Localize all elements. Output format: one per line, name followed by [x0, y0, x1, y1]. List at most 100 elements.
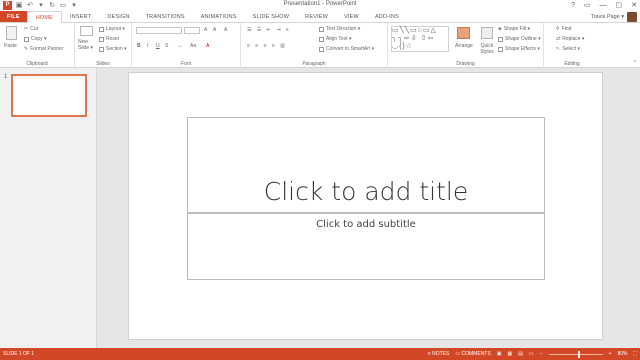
minimize-icon[interactable]: —	[600, 0, 607, 11]
arrange-button[interactable]: Arrange	[455, 43, 473, 49]
text-direction-button[interactable]: Text Direction ▾	[319, 26, 360, 32]
slide-thumbnail[interactable]	[11, 74, 87, 117]
new-slide-icon[interactable]	[80, 26, 93, 36]
editing-group-label: Editing	[564, 61, 580, 67]
zoom-slider[interactable]	[548, 350, 603, 358]
format-painter-button[interactable]: ✎ Format Painter	[24, 46, 63, 52]
undo-icon[interactable]: ↶	[26, 2, 34, 10]
tab-add-ins[interactable]: ADD-INS	[367, 11, 407, 22]
zoom-slider-thumb[interactable]	[578, 350, 581, 358]
alignment-buttons-icon[interactable]: ≡ ≡ ≡ ≡ ▥	[247, 43, 287, 49]
shapes-gallery[interactable]: ▭╲╲▭○▭△ ┐┐⇨⇩ ⇧⇦ ◡{}☆	[391, 26, 449, 52]
tab-home[interactable]: HOME	[26, 11, 63, 23]
list-buttons-icon[interactable]: ☰ ☰ ⇤ ⇥ ≡	[247, 27, 291, 33]
paste-icon[interactable]	[6, 26, 17, 40]
tab-slide-show[interactable]: SLIDE SHOW	[245, 11, 298, 22]
comments-button[interactable]: ▭ COMMENTS	[455, 351, 490, 357]
undo-dropdown-icon[interactable]: ▾	[37, 2, 45, 10]
shape-effects-button[interactable]: Shape Effects ▾	[498, 46, 540, 52]
cut-button[interactable]: ✂ Cut	[24, 26, 38, 32]
italic-button[interactable]: I	[147, 43, 148, 49]
zoom-out-icon[interactable]: −	[540, 351, 543, 357]
paste-button[interactable]: Paste	[4, 43, 17, 49]
slide-thumbnail-pane[interactable]: 1	[0, 68, 97, 348]
shape-outline-label: Shape Outline ▾	[505, 36, 541, 42]
fit-to-window-icon[interactable]: ⛶	[633, 351, 637, 357]
new-slide-button[interactable]: New Slide ▾	[78, 39, 98, 51]
section-icon	[99, 46, 104, 52]
slideshow-view-icon[interactable]: ▭	[529, 351, 534, 357]
tab-animations[interactable]: ANIMATIONS	[193, 11, 245, 22]
section-button[interactable]: Section ▾	[99, 46, 127, 52]
tab-view[interactable]: VIEW	[336, 11, 367, 22]
slide-canvas[interactable]: Click to add title Click to add subtitle	[128, 72, 603, 340]
tab-transitions[interactable]: TRANSITIONS	[138, 11, 193, 22]
title-bar: P ▣ ↶ ▾ ↻ ▭ ▾ Presentation1 - PowerPoint…	[0, 0, 640, 11]
user-account[interactable]: Travis Page ▾	[591, 11, 637, 23]
find-button[interactable]: ⚲ Find	[556, 26, 571, 32]
ribbon: Paste ✂ Cut Copy ▾ ✎ Format Painter Clipbo…	[0, 23, 640, 68]
align-text-button[interactable]: Align Text ▾	[319, 36, 352, 42]
replace-label: Replace ▾	[562, 36, 585, 42]
font-family-select[interactable]	[136, 27, 182, 34]
avatar[interactable]	[627, 12, 637, 22]
replace-icon: ⇄	[556, 36, 561, 42]
copy-button[interactable]: Copy ▾	[24, 36, 47, 42]
help-button[interactable]: ?	[571, 0, 575, 11]
zoom-in-icon[interactable]: +	[609, 351, 612, 357]
save-icon[interactable]: ▣	[15, 2, 23, 10]
align-text-icon	[319, 36, 324, 42]
start-slideshow-icon[interactable]: ▭	[59, 2, 67, 10]
tab-design[interactable]: DESIGN	[99, 11, 137, 22]
tab-insert[interactable]: INSERT	[62, 11, 99, 22]
change-case-icon[interactable]: Aa	[190, 43, 196, 49]
select-icon: ↖	[556, 46, 561, 52]
powerpoint-logo-icon[interactable]: P	[3, 1, 12, 10]
bold-button[interactable]: B	[137, 43, 141, 49]
layout-button[interactable]: Layout ▾	[99, 26, 125, 32]
customize-toolbar-icon[interactable]: ▾	[70, 2, 78, 10]
select-button[interactable]: ↖ Select ▾	[556, 46, 580, 52]
reset-label: Reset	[106, 36, 120, 42]
character-spacing-icon[interactable]: ↔	[177, 43, 182, 49]
shadow-button[interactable]: S	[165, 43, 168, 49]
copy-label: Copy ▾	[31, 36, 47, 42]
shape-fill-button[interactable]: ◈ Shape Fill ▾	[498, 26, 530, 32]
shape-outline-button[interactable]: Shape Outline ▾	[498, 36, 541, 42]
subtitle-placeholder[interactable]: Click to add subtitle	[187, 213, 545, 280]
replace-button[interactable]: ⇄ Replace ▾	[556, 36, 584, 42]
underline-button[interactable]: U	[156, 43, 160, 49]
grow-font-icon: A	[204, 27, 208, 33]
find-icon: ⚲	[556, 26, 560, 32]
slide-sorter-icon[interactable]: ▦	[507, 351, 512, 357]
comments-label: COMMENTS	[461, 351, 491, 357]
ribbon-display-options-icon[interactable]: ▭	[584, 0, 591, 11]
font-size-select[interactable]	[184, 27, 200, 34]
clipboard-group-label: Clipboard	[26, 61, 48, 67]
select-label: Select ▾	[562, 46, 580, 52]
redo-icon[interactable]: ↻	[48, 2, 56, 10]
grow-font-button[interactable]: A	[204, 27, 207, 33]
zoom-level[interactable]: 80%	[617, 351, 627, 357]
font-color-icon[interactable]: A	[206, 43, 209, 49]
close-icon[interactable]: ✕	[631, 0, 637, 11]
reading-view-icon[interactable]: ▤	[518, 351, 523, 357]
maximize-icon[interactable]: ▢	[616, 0, 623, 11]
quick-styles-icon[interactable]	[481, 27, 493, 39]
clear-formatting-button[interactable]: A	[224, 27, 227, 33]
notes-button[interactable]: ≡ NOTES	[428, 351, 450, 357]
normal-view-icon[interactable]: ▣	[497, 351, 502, 357]
shrink-font-button[interactable]: A	[213, 27, 216, 33]
quick-styles-button[interactable]: Quick Styles	[478, 43, 496, 55]
tab-review[interactable]: REVIEW	[297, 11, 336, 22]
arrange-icon[interactable]	[457, 27, 470, 39]
reset-button[interactable]: Reset	[99, 36, 119, 42]
collapse-ribbon-icon[interactable]: ^	[634, 60, 636, 66]
shape-effects-label: Shape Effects ▾	[505, 46, 540, 52]
layout-label: Layout ▾	[106, 26, 125, 32]
tab-file[interactable]: FILE	[0, 11, 27, 22]
user-name: Travis Page ▾	[590, 14, 624, 20]
convert-smartart-button[interactable]: Convert to SmartArt ▾	[319, 46, 374, 52]
find-label: Find	[561, 26, 572, 32]
title-placeholder[interactable]: Click to add title	[187, 117, 545, 213]
